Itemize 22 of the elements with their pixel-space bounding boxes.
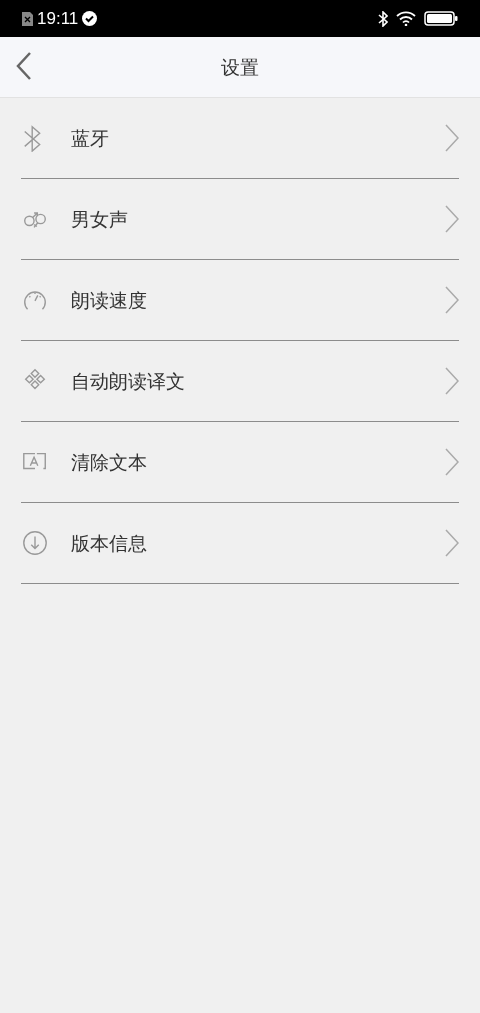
back-icon (14, 51, 34, 81)
chevron-right-icon (445, 367, 459, 395)
chevron-right-icon (445, 124, 459, 152)
chevron-right-icon (445, 286, 459, 314)
settings-item[interactable]: 版本信息 (21, 503, 459, 584)
wifi-icon (396, 11, 416, 26)
chevron-right-icon (445, 529, 459, 557)
page-title: 设置 (221, 54, 259, 80)
chevron-right-icon (445, 205, 459, 233)
download-circle-icon (21, 529, 49, 557)
clock-time: 19:11 (37, 7, 79, 30)
chevron-right-icon (445, 448, 459, 476)
back-button[interactable] (14, 51, 34, 81)
settings-item[interactable]: 自动朗读译文 (21, 341, 459, 422)
settings-item[interactable]: 男女声 (21, 179, 459, 260)
battery-icon (424, 11, 458, 26)
settings-item[interactable]: 蓝牙 (21, 98, 459, 179)
sim-icon (22, 11, 33, 26)
settings-item[interactable]: 清除文本 (21, 422, 459, 503)
settings-item[interactable]: 朗读速度 (21, 260, 459, 341)
bluetooth-icon (378, 10, 388, 27)
check-circle-icon (82, 11, 98, 26)
